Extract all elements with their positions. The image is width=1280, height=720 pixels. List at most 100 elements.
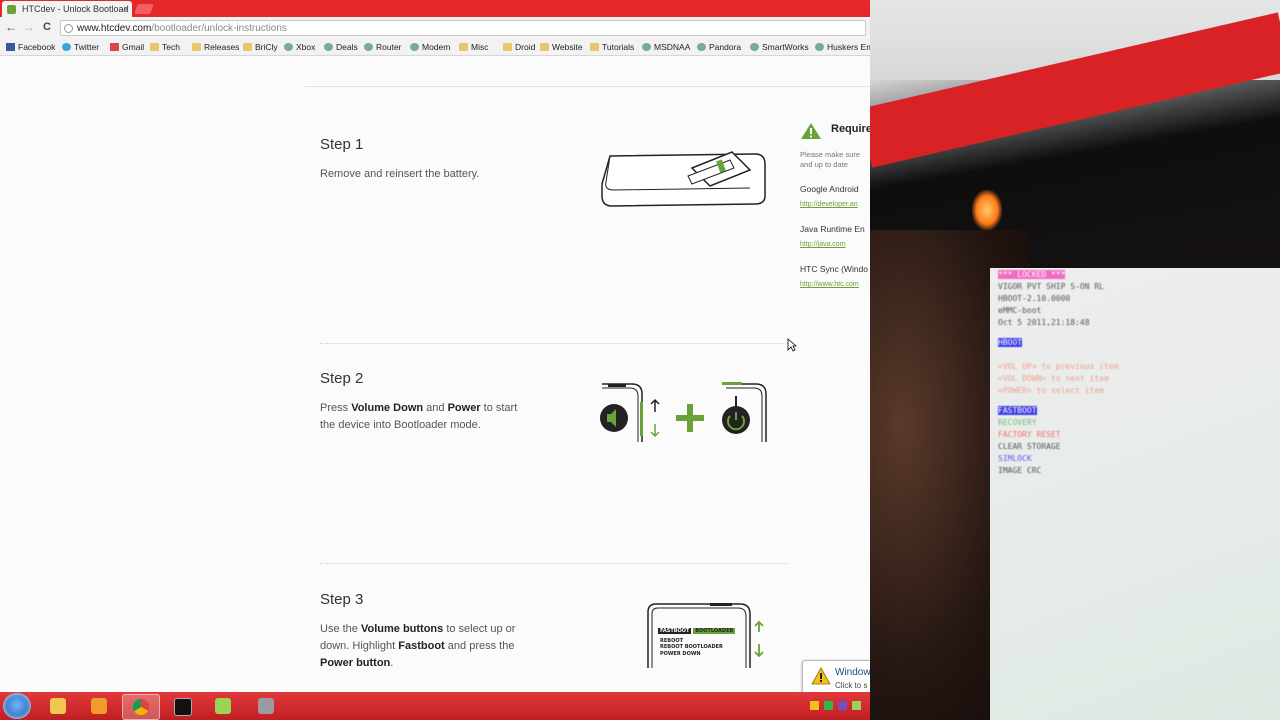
step-2-text-mid: and: [423, 402, 448, 414]
step-3-bold-volume-buttons: Volume buttons: [360, 623, 444, 635]
globe-icon: [64, 24, 73, 33]
bookmark-bricly[interactable]: BriCly: [243, 41, 278, 53]
bookmark-tutorials[interactable]: Tutorials: [590, 41, 634, 53]
reload-button[interactable]: C: [40, 20, 54, 34]
bookmark-label: Facebook: [18, 42, 56, 52]
tab-title: HTCdev - Unlock Bootload: [22, 4, 129, 14]
phone-screen-line: CLEAR STORAGE: [998, 442, 1061, 451]
tray-purple-icon[interactable]: [838, 701, 847, 710]
camera-video-overlay: *** LOCKED *** VIGOR PVT SHIP S-ON RL HBOO…: [870, 0, 1280, 720]
notification-title: Window: [835, 667, 870, 678]
req-android-sdk-link[interactable]: http://developer.an: [800, 201, 858, 208]
folder-icon: [540, 43, 549, 51]
url-host: www.htcdev.com: [77, 23, 152, 34]
bookmark-modem[interactable]: Modem: [410, 41, 450, 53]
volume-power-illustration: [600, 382, 767, 442]
taskbar-cmd[interactable]: [164, 694, 200, 718]
taskbar-media-player[interactable]: [81, 694, 117, 718]
notepad-icon: [215, 698, 231, 714]
menu-bootloader: BOOTLOADER: [693, 628, 736, 635]
bookmark-label: Tutorials: [602, 42, 635, 52]
warning-icon: [801, 123, 821, 139]
folder-icon: [503, 43, 512, 51]
bookmark-label: MSDNAA: [654, 42, 691, 52]
phone-screen-line: FASTBOOT: [998, 406, 1037, 415]
tray-green-icon[interactable]: [824, 701, 833, 710]
bootloader-menu-illustration: FASTBOOT BOOTLOADER REBOOT REBOOT BOOTLO…: [646, 602, 771, 672]
bookmark-label: BriCly: [255, 42, 278, 52]
phone-screen-line: VIGOR PVT SHIP S-ON RL: [998, 282, 1104, 291]
mouse-cursor-icon: [787, 338, 797, 352]
bookmark-deals[interactable]: Deals: [324, 41, 358, 53]
windows-notification[interactable]: Window Click to s: [802, 660, 870, 692]
facebook-icon: [6, 43, 15, 51]
tab-htcdev[interactable]: HTCdev - Unlock Bootload ×: [2, 1, 132, 17]
bookmark-gmail[interactable]: Gmail: [110, 41, 144, 53]
bookmark-huskers-em[interactable]: Huskers Em: [815, 41, 870, 53]
bookmark-misc[interactable]: Misc: [459, 41, 488, 53]
phone-screen-line: HBOOT: [998, 338, 1023, 347]
taskbar-explorer[interactable]: [40, 694, 76, 718]
bookmark-facebook[interactable]: Facebook: [6, 41, 55, 53]
step-2-title: Step 2: [320, 370, 364, 387]
taskbar: [0, 692, 870, 720]
bookmark-label: Xbox: [296, 42, 316, 52]
phone-screen-line: RECOVERY: [998, 418, 1037, 427]
bookmark-releases[interactable]: Releases: [192, 41, 239, 53]
step-1-title: Step 1: [320, 136, 364, 153]
tray-lime-icon[interactable]: [852, 701, 861, 710]
phone-screen-line: *** LOCKED ***: [998, 270, 1066, 279]
phone-screen-line: <VOL UP> to previous item: [998, 362, 1119, 371]
forward-button[interactable]: →: [22, 20, 36, 34]
bookmark-droid[interactable]: Droid: [503, 41, 535, 53]
bookmark-label: Huskers Em: [827, 42, 870, 52]
menu-fastboot: FASTBOOT: [658, 628, 692, 635]
new-tab-button[interactable]: [134, 4, 154, 14]
header-divider: [305, 86, 870, 87]
req-java-link[interactable]: http://java.com: [800, 241, 846, 248]
bookmark-smartworks[interactable]: SmartWorks: [750, 41, 809, 53]
phone-screen-line: FACTORY RESET: [998, 430, 1061, 439]
bookmark-label: Tech: [162, 42, 180, 52]
bookmark-website[interactable]: Website: [540, 41, 583, 53]
app-icon: [258, 698, 274, 714]
bookmark-msdnaa[interactable]: MSDNAA: [642, 41, 690, 53]
bookmark-twitter[interactable]: Twitter: [62, 41, 99, 53]
step-divider: [320, 563, 788, 564]
taskbar-notepad[interactable]: [205, 694, 241, 718]
bookmarks-bar: Facebook Twitter Gmail Tech Releases BriCly Xb…: [0, 39, 870, 56]
step-3-text-post: .: [390, 657, 394, 669]
step-2-text: Press Volume Down and Power to start the…: [320, 400, 535, 434]
bookmark-xbox[interactable]: Xbox: [284, 41, 315, 53]
phone-screen-line: Oct 5 2011,21:18:48: [998, 318, 1090, 327]
xbox-icon: [284, 43, 293, 51]
start-button[interactable]: [3, 693, 31, 719]
bookmark-label: Deals: [336, 42, 358, 52]
requirements-note-line2: and up to date: [800, 160, 848, 169]
site-icon: [364, 43, 373, 51]
tray-warning-icon[interactable]: [810, 701, 819, 710]
step-3-text-mid2: and press the: [444, 640, 515, 652]
tab-close-icon[interactable]: ×: [124, 1, 129, 17]
back-button[interactable]: ←: [4, 20, 18, 34]
notification-subtitle: Click to s: [835, 681, 868, 690]
bookmark-pandora[interactable]: Pandora: [697, 41, 741, 53]
url-path: /bootloader/unlock-instructions: [151, 23, 287, 34]
folder-icon: [50, 698, 66, 714]
folder-icon: [459, 43, 468, 51]
requirements-title: Require: [831, 123, 870, 135]
browser-window: HTCdev - Unlock Bootload × ← → C www.htc…: [0, 0, 870, 692]
menu-power-down: POWER DOWN: [660, 650, 701, 657]
req-android-sdk: Google Android: [800, 184, 859, 194]
bookmark-label: Website: [552, 42, 583, 52]
phone-screen: *** LOCKED *** VIGOR PVT SHIP S-ON RL HBOO…: [990, 268, 1280, 720]
requirements-note-line1: Please make sure: [800, 150, 861, 159]
bookmark-label: Pandora: [709, 42, 742, 52]
warning-icon: [811, 667, 831, 685]
bookmark-router[interactable]: Router: [364, 41, 402, 53]
taskbar-chrome[interactable]: [122, 694, 160, 720]
req-htc-sync-link[interactable]: http://www.htc.com: [800, 281, 859, 288]
taskbar-app[interactable]: [248, 694, 284, 718]
address-bar[interactable]: www.htcdev.com/bootloader/unlock-instruc…: [60, 20, 866, 36]
bookmark-tech[interactable]: Tech: [150, 41, 180, 53]
